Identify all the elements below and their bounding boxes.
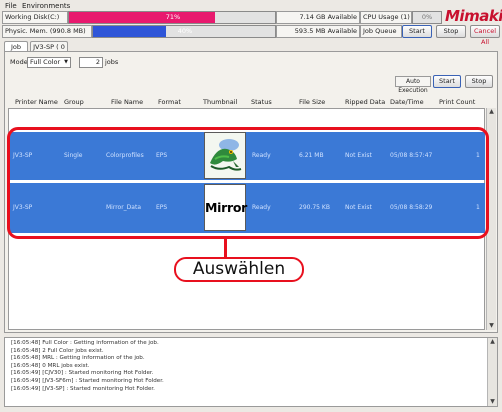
disk-usage-percent: 71% [165,13,181,21]
scroll-up-icon[interactable]: ▲ [488,338,497,346]
memory-label: Physic. Mem. (990.8 MB) [2,25,92,38]
cpu-label: CPU Usage (1) [360,11,412,24]
memory-usage-percent: 40% [177,27,193,35]
log-scrollbar[interactable]: ▲ ▼ [487,338,497,406]
log-line: [16:05:49] [CJV30] : Started monitoring … [11,370,154,377]
jobs-count: 2 [79,57,103,68]
mode-value: Full Color [30,58,61,66]
chevron-down-icon: ▼ [64,59,68,65]
log-line: [16:05:48] 0 MRL jobs exist. [11,362,90,369]
cpu-usage-percent: 0% [421,13,433,21]
column-file-name[interactable]: File Name [111,98,143,106]
cpu-usage-bar: 0% [412,11,442,24]
log-line: [16:05:48] Full Color : Getting informat… [11,340,159,346]
selection-highlight [7,127,489,239]
mimaki-logo: Mimaki [445,7,502,25]
column-print-count[interactable]: Print Count [439,98,475,106]
queue-start-button[interactable]: Start [402,25,432,38]
select-callout: Auswählen [174,257,304,282]
scroll-up-icon[interactable]: ▲ [487,108,496,116]
log-line: [16:05:48] MRL : Getting information of … [11,355,145,362]
log-line: [16:05:49] [JV3-SP] : Started monitoring… [11,385,155,392]
log-lines: [16:05:48] Full Color : Getting informat… [11,340,164,393]
app-window: File Environments Working Disk(C:) 71% 7… [0,0,502,412]
column-printer-name[interactable]: Printer Name [15,98,58,106]
disk-available: 7.14 GB Available [276,11,360,24]
column-file-size[interactable]: File Size [299,98,325,106]
column-thumbnail[interactable]: Thumbnail [203,98,237,106]
mode-label: Mode [10,58,28,66]
mode-select[interactable]: Full Color ▼ [27,57,71,68]
memory-usage-bar: 40% [92,25,276,38]
column-date-time[interactable]: Date/Time [390,98,424,106]
disk-label: Working Disk(C:) [2,11,68,24]
log-line: [16:05:48] 2 Full Color jobs exist. [11,347,104,354]
scroll-down-icon[interactable]: ▼ [487,322,496,330]
queue-stop-button[interactable]: Stop [436,25,466,38]
menu-file[interactable]: File [5,2,17,10]
auto-execution-label: Auto Execution [395,76,431,94]
memory-available: 593.5 MB Available [276,25,360,38]
callout-connector [224,239,227,257]
scroll-down-icon[interactable]: ▼ [488,398,497,406]
log-line: [16:05:49] [JV3-SF6m] : Started monitori… [11,377,164,384]
column-ripped-data[interactable]: Ripped Data [345,98,385,106]
auto-start-button[interactable]: Start [433,75,461,88]
disk-usage-bar: 71% [68,11,276,24]
menu-bar: File Environments [5,1,73,11]
column-group[interactable]: Group [64,98,84,106]
log-panel: [16:05:48] Full Color : Getting informat… [4,337,498,407]
menu-environments[interactable]: Environments [22,2,70,10]
auto-stop-button[interactable]: Stop [465,75,493,88]
cancel-all-button[interactable]: Cancel All [470,25,500,46]
jobs-label: jobs [105,58,119,66]
column-status[interactable]: Status [251,98,272,106]
column-format[interactable]: Format [158,98,181,106]
job-queue-label: Job Queue [360,25,402,38]
